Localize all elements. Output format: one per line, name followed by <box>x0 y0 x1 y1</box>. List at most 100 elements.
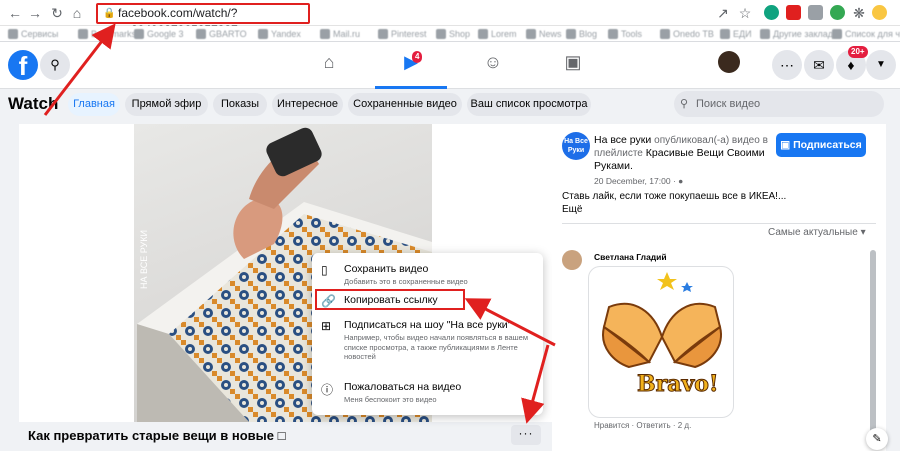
messenger-icon[interactable]: ✉ <box>804 50 834 80</box>
sort-label: Самые актуальные <box>768 227 858 238</box>
video-watermark: НА ВСЕ РУКИ <box>139 230 149 289</box>
menu-item-subtitle: Например, чтобы видео начали появляться … <box>344 333 528 361</box>
user-avatar[interactable] <box>718 51 740 73</box>
scrollbar[interactable] <box>870 250 876 440</box>
post-body: Ставь лайк, если тоже покупаешь все в ИК… <box>562 191 787 202</box>
video-search-input[interactable]: ⚲ Поиск видео <box>674 91 884 117</box>
menu-item-subtitle: Меня беспокоит это видео <box>344 395 437 404</box>
bookmark-item[interactable]: ЕДИ <box>720 28 752 40</box>
extension-icon[interactable] <box>830 5 845 20</box>
commenter-name[interactable]: Светлана Гладий <box>594 252 667 262</box>
comment-gif[interactable]: Bravo! <box>588 266 734 418</box>
bookmark-item[interactable]: Bookmarks <box>78 28 136 40</box>
tab-watchlist[interactable]: Ваш список просмотра <box>467 93 591 116</box>
extension-icon[interactable] <box>808 5 823 20</box>
watch-tab-bar: Watch Главная Прямой эфир Показы Интерес… <box>0 89 900 122</box>
bookmark-item[interactable]: Blog <box>566 28 597 40</box>
video-details-panel: На Все Руки На все руки опубликовал(-а) … <box>552 124 886 451</box>
bookmark-label: Tools <box>621 29 643 39</box>
bookmark-item[interactable]: Google 3 <box>134 28 184 40</box>
bookmark-label: Onedo TB <box>673 29 714 39</box>
bookmark-item[interactable]: Список для чтения <box>832 28 900 40</box>
page-name-link[interactable]: На все руки <box>594 134 651 146</box>
video-title-emoji: □ <box>277 428 286 443</box>
bookmarks-bar: Сервисы Bookmarks Google 3 GBARTO Yandex… <box>0 26 900 42</box>
video-title-text: Как превратить старые вещи в новые <box>28 428 275 443</box>
bookmark-label: Сервисы <box>21 29 59 39</box>
gaming-icon[interactable]: ▣ <box>558 52 588 78</box>
comment-time[interactable]: 2 д. <box>678 421 692 430</box>
more-options-button[interactable]: ··· <box>511 425 541 445</box>
forward-icon[interactable]: → <box>26 4 44 22</box>
comment-actions: Нравится · Ответить · 2 д. <box>594 421 692 430</box>
bookmark-label: Список для чтения <box>845 29 900 39</box>
menu-item-report[interactable]: ⓘ Пожаловаться на видео Меня беспокоит э… <box>312 381 543 409</box>
bookmark-item[interactable]: Yandex <box>258 28 301 40</box>
bookmark-label: Mail.ru <box>333 29 361 39</box>
post-header: На все руки опубликовал(-а) видео в плей… <box>594 134 768 186</box>
reply-link[interactable]: Ответить <box>636 421 670 430</box>
bookmark-item[interactable]: Lorem <box>478 28 517 40</box>
tab-main[interactable]: Главная <box>68 93 120 116</box>
bookmark-label: Blog <box>579 29 598 39</box>
bookmark-item[interactable]: GBARTO <box>196 28 247 40</box>
menu-item-subtitle: Добавить это в сохраненные видео <box>344 277 468 286</box>
commenter-avatar[interactable] <box>562 250 582 270</box>
profile-avatar[interactable] <box>872 5 887 20</box>
bookmark-item[interactable]: Pinterest <box>378 28 427 40</box>
search-icon: ⚲ <box>680 98 689 110</box>
copy-link-highlight <box>315 289 465 310</box>
bookmark-label: Bookmarks <box>91 29 137 39</box>
gif-text: Bravo! <box>637 371 720 398</box>
extension-icon[interactable] <box>764 5 779 20</box>
tab-saved[interactable]: Сохраненные видео <box>348 93 462 116</box>
tab-shows[interactable]: Показы <box>213 93 267 116</box>
menu-grid-icon[interactable]: ⋯ <box>772 50 802 80</box>
bookmark-item[interactable]: Tools <box>608 28 642 40</box>
bookmark-item[interactable]: Другие закладки <box>760 28 842 40</box>
subscribe-icon: ▣ <box>780 139 791 151</box>
groups-icon[interactable]: ☺ <box>478 52 508 78</box>
bookmark-item[interactable]: Сервисы <box>8 28 58 40</box>
reload-icon[interactable]: ↻ <box>48 4 66 22</box>
bookmark-label: Lorem <box>491 29 517 39</box>
menu-item-follow-show[interactable]: ⊞ Подписаться на шоу "На все руки" Напри… <box>312 319 543 369</box>
bookmark-item[interactable]: Onedo TB <box>660 28 714 40</box>
new-message-icon[interactable]: ✎ <box>866 428 888 450</box>
subscribe-button[interactable]: ▣ Подписаться <box>776 133 866 157</box>
facebook-logo-icon[interactable]: f <box>8 50 38 81</box>
comment-sort-dropdown[interactable]: Самые актуальные ▾ <box>768 227 866 238</box>
share-icon[interactable]: ↗ <box>714 4 732 22</box>
bookmark-item[interactable]: Mail.ru <box>320 28 360 40</box>
see-more-link[interactable]: Ещё <box>562 203 786 216</box>
tab-live[interactable]: Прямой эфир <box>125 93 208 116</box>
bookmark-item[interactable]: Shop <box>436 28 470 40</box>
search-placeholder: Поиск видео <box>696 98 761 110</box>
menu-item-title: Сохранить видео <box>344 263 429 275</box>
tab-interesting[interactable]: Интересное <box>272 93 343 116</box>
video-title: Как превратить старые вещи в новые □ <box>28 428 286 443</box>
extension-icon[interactable] <box>786 5 801 20</box>
bookmark-label: Yandex <box>271 29 301 39</box>
globe-icon: · <box>672 176 676 186</box>
puzzle-icon[interactable]: ❋ <box>850 4 868 22</box>
menu-item-title: Подписаться на шоу "На все руки" <box>344 319 512 331</box>
post-date[interactable]: 20 December, 17:00 <box>594 176 671 186</box>
bookmark-label: GBARTO <box>209 29 247 39</box>
address-bar[interactable]: 🔒 facebook.com/watch/?v=2049037965257337 <box>96 3 310 37</box>
home-icon[interactable]: ⌂ <box>314 52 344 78</box>
post-text: Ставь лайк, если тоже покупаешь все в ИК… <box>562 190 786 216</box>
home-icon[interactable]: ⌂ <box>68 4 86 22</box>
menu-item-title: Пожаловаться на видео <box>344 381 462 393</box>
bookmark-label: News <box>539 29 562 39</box>
search-icon[interactable]: ⚲ <box>40 50 70 80</box>
back-icon[interactable]: ← <box>6 4 24 22</box>
star-icon[interactable]: ☆ <box>736 4 754 22</box>
notifications-badge: 20+ <box>848 46 868 58</box>
page-avatar[interactable]: На Все Руки <box>562 132 590 160</box>
subscribe-label: Подписаться <box>793 139 862 151</box>
like-link[interactable]: Нравится <box>594 421 629 430</box>
divider <box>562 223 876 224</box>
account-chevron-icon[interactable]: ▼ <box>866 50 896 80</box>
bookmark-item[interactable]: News <box>526 28 562 40</box>
